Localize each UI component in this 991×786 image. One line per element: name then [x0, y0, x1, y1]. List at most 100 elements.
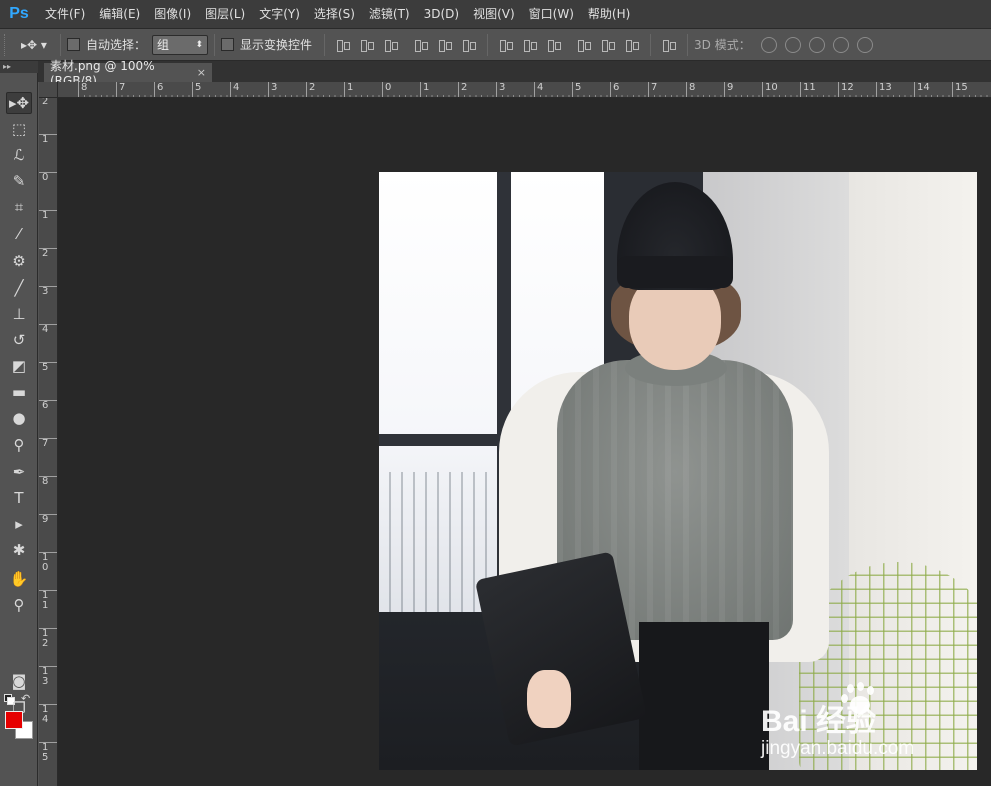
watermark-url: jingyan.baidu.com	[761, 738, 915, 759]
photo-hat-brim	[617, 256, 733, 288]
ps-logo: Ps	[9, 5, 29, 22]
menu-type[interactable]: 文字(Y)	[252, 0, 307, 28]
ruler-tick-label: 2	[458, 82, 496, 97]
divider	[60, 33, 61, 56]
shape-icon[interactable]: ✱	[6, 539, 32, 561]
ruler-tick-label: 8	[78, 82, 116, 97]
align-right-icon[interactable]	[461, 37, 477, 53]
ruler-tick-label: 8	[686, 82, 724, 97]
dropdown-arrows-icon: ⬍	[195, 39, 204, 50]
dodge-icon[interactable]: ⚲	[6, 434, 32, 456]
baidu-watermark: Bai 经验 jingyan.baidu.com	[761, 682, 971, 762]
rotate-3d-icon[interactable]	[760, 36, 777, 53]
photo-hand	[527, 670, 571, 728]
eyedropper-icon[interactable]: ⁄	[6, 223, 32, 245]
type-icon[interactable]: T	[6, 487, 32, 509]
eraser-icon[interactable]: ◩	[6, 355, 32, 377]
menu-3d[interactable]: 3D(D)	[417, 0, 466, 28]
ruler-tick-label: 1	[344, 82, 382, 97]
scale-3d-icon[interactable]	[856, 36, 873, 53]
close-icon[interactable]: ×	[197, 66, 206, 79]
ruler-tick-label: 2	[306, 82, 344, 97]
menu-view[interactable]: 视图(V)	[466, 0, 522, 28]
divider	[650, 33, 652, 56]
distribute-top-icon[interactable]	[498, 37, 514, 53]
ruler-tick-label: 4	[230, 82, 268, 97]
ruler-tick-label: 9	[724, 82, 762, 97]
gradient-icon[interactable]: ▬	[6, 381, 32, 403]
slide-3d-icon[interactable]	[832, 36, 849, 53]
ruler-tick-label: 1 2	[39, 628, 57, 666]
foreground-color-swatch[interactable]	[5, 711, 23, 729]
show-transform-checkbox[interactable]	[221, 38, 235, 51]
ruler-tick-label: 6	[39, 400, 57, 438]
align-top-icon[interactable]	[335, 37, 351, 53]
ruler-tick-label: 13	[876, 82, 914, 97]
align-bottom-icon[interactable]	[383, 37, 399, 53]
ruler-tick-label: 0	[39, 172, 57, 210]
ruler-tick-label: 4	[39, 324, 57, 362]
menu-filter[interactable]: 滤镜(T)	[362, 0, 417, 28]
menu-help[interactable]: 帮助(H)	[581, 0, 637, 28]
distribute-bottom-icon[interactable]	[546, 37, 562, 53]
ruler-tick-label: 1 0	[39, 552, 57, 590]
path-select-icon[interactable]: ▸	[6, 513, 32, 535]
baidu-paw-icon	[841, 682, 877, 718]
auto-select-dropdown[interactable]: 组 ⬍	[152, 34, 209, 55]
quick-select-icon[interactable]: ✎	[6, 170, 32, 192]
ruler-corner[interactable]	[39, 82, 58, 98]
roll-3d-icon[interactable]	[784, 36, 801, 53]
tool-preset-picker[interactable]: ▸✥ ▾	[14, 34, 54, 56]
align-left-icon[interactable]	[413, 37, 429, 53]
align-hcenter-icon[interactable]	[437, 37, 453, 53]
move-icon[interactable]: ▸✥	[6, 92, 32, 114]
menu-file[interactable]: 文件(F)	[38, 0, 92, 28]
menu-select[interactable]: 选择(S)	[307, 0, 362, 28]
ruler-tick-label: 1	[39, 134, 57, 172]
mode3d-label: 3D 模式：	[694, 38, 751, 52]
toolbox-collapse[interactable]: ▸▸	[0, 61, 38, 73]
lasso-icon[interactable]: ℒ	[6, 144, 32, 166]
menu-layer[interactable]: 图层(L)	[198, 0, 252, 28]
canvas-area[interactable]: Bai 经验 jingyan.baidu.com	[58, 98, 991, 786]
ruler-tick-label: 1 3	[39, 666, 57, 704]
distribute-hcenter-icon[interactable]	[600, 37, 616, 53]
align-vcenter-icon[interactable]	[359, 37, 375, 53]
options-grip[interactable]	[4, 33, 14, 56]
auto-select-checkbox[interactable]	[67, 38, 80, 51]
show-transform-label: 显示变换控件	[240, 38, 313, 52]
auto-align-icon[interactable]	[661, 37, 677, 53]
pen-icon[interactable]: ✒	[6, 461, 32, 483]
menu-image[interactable]: 图像(I)	[147, 0, 198, 28]
distribute-left-icon[interactable]	[576, 37, 592, 53]
ruler-tick-label: 2	[39, 248, 57, 286]
menu-bar: Ps 文件(F) 编辑(E) 图像(I) 图层(L) 文字(Y) 选择(S) 滤…	[0, 0, 991, 28]
ruler-vertical[interactable]: 2101234567891 01 11 21 31 41 5	[39, 98, 58, 786]
distribute-vcenter-icon[interactable]	[522, 37, 538, 53]
ruler-horizontal[interactable]: 8 7 6 5 4 3 2 1 0 1 2 3 4 5 6 7 8 9 10 11 12 13 14 15	[58, 82, 991, 98]
ruler-tick-label: 3	[496, 82, 534, 97]
ruler-tick-label: 1 4	[39, 704, 57, 742]
hand-icon[interactable]: ✋	[6, 568, 32, 590]
crop-icon[interactable]: ⌗	[6, 196, 32, 218]
healing-brush-icon[interactable]: ⚙	[6, 250, 32, 272]
quick-mask-icon[interactable]: ◙	[6, 670, 32, 692]
stamp-icon[interactable]: ⊥	[6, 303, 32, 325]
ruler-tick-label: 7	[648, 82, 686, 97]
history-brush-icon[interactable]: ↺	[6, 329, 32, 351]
document-tab[interactable]: 素材.png @ 100%(RGB/8) ×	[44, 59, 212, 88]
menu-edit[interactable]: 编辑(E)	[92, 0, 147, 28]
zoom-icon[interactable]: ⚲	[6, 594, 32, 616]
brush-icon[interactable]: ╱	[6, 277, 32, 299]
marquee-icon[interactable]: ⬚	[6, 118, 32, 140]
ruler-tick-label: 6	[154, 82, 192, 97]
ruler-tick-label: 5	[192, 82, 230, 97]
divider	[687, 33, 689, 56]
document-image[interactable]: Bai 经验 jingyan.baidu.com	[379, 172, 977, 770]
drag-3d-icon[interactable]	[808, 36, 825, 53]
distribute-right-icon[interactable]	[624, 37, 640, 53]
menu-window[interactable]: 窗口(W)	[522, 0, 581, 28]
blur-icon[interactable]: ●	[6, 407, 32, 429]
photo-pants	[639, 622, 769, 770]
ruler-tick-label: 6	[610, 82, 648, 97]
